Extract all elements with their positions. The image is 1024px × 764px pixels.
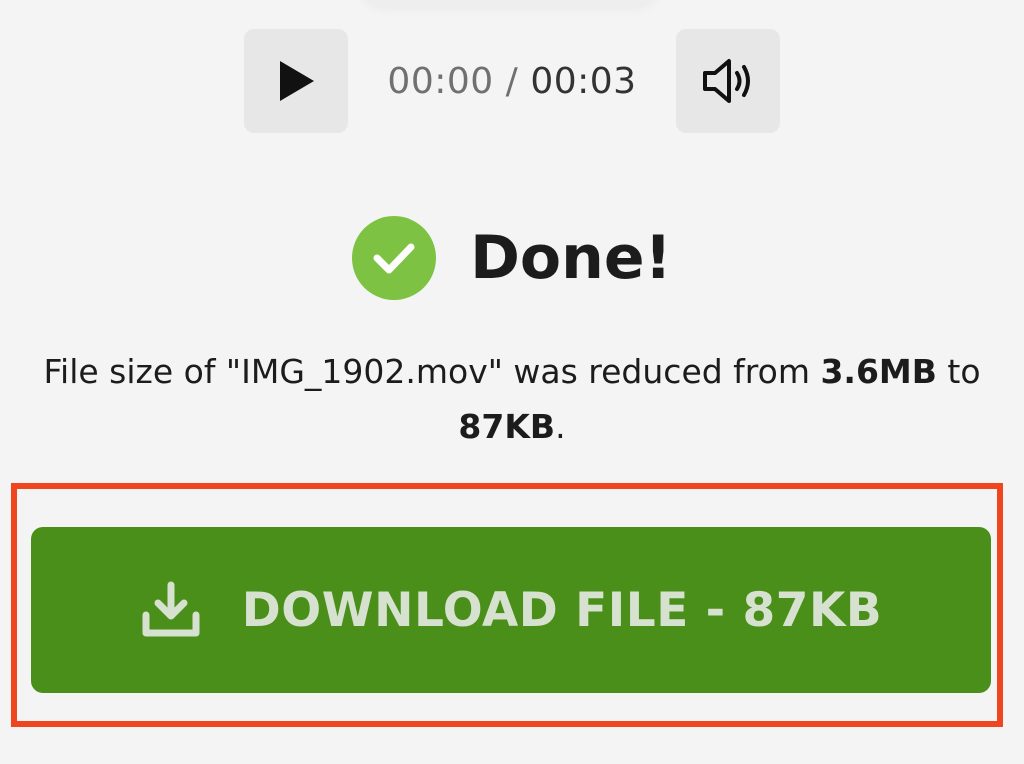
original-size: 3.6MB [820, 352, 937, 391]
message-middle: to [936, 352, 981, 391]
download-icon [140, 581, 202, 639]
time-separator: / [505, 60, 519, 102]
volume-icon [703, 59, 750, 103]
download-button[interactable]: DOWNLOAD FILE - 87KB [31, 527, 991, 693]
audio-player: 00:00 / 00:03 [244, 29, 780, 133]
total-time: 00:03 [530, 60, 637, 102]
new-size: 87KB [458, 407, 556, 446]
message-suffix: . [555, 407, 566, 446]
current-time: 00:00 [387, 60, 494, 102]
top-shadow [360, 0, 660, 6]
download-label: DOWNLOAD FILE - 87KB [241, 582, 883, 638]
play-icon [280, 61, 314, 101]
result-message: File size of "IMG_1902.mov" was reduced … [20, 344, 1004, 454]
play-button[interactable] [244, 29, 348, 133]
status-title: Done! [470, 223, 672, 293]
message-prefix: File size of "IMG_1902.mov" was reduced … [43, 352, 821, 391]
volume-button[interactable] [676, 29, 780, 133]
check-circle-icon [352, 216, 437, 300]
status-row: Done! [0, 215, 1024, 301]
time-display: 00:00 / 00:03 [348, 29, 676, 133]
